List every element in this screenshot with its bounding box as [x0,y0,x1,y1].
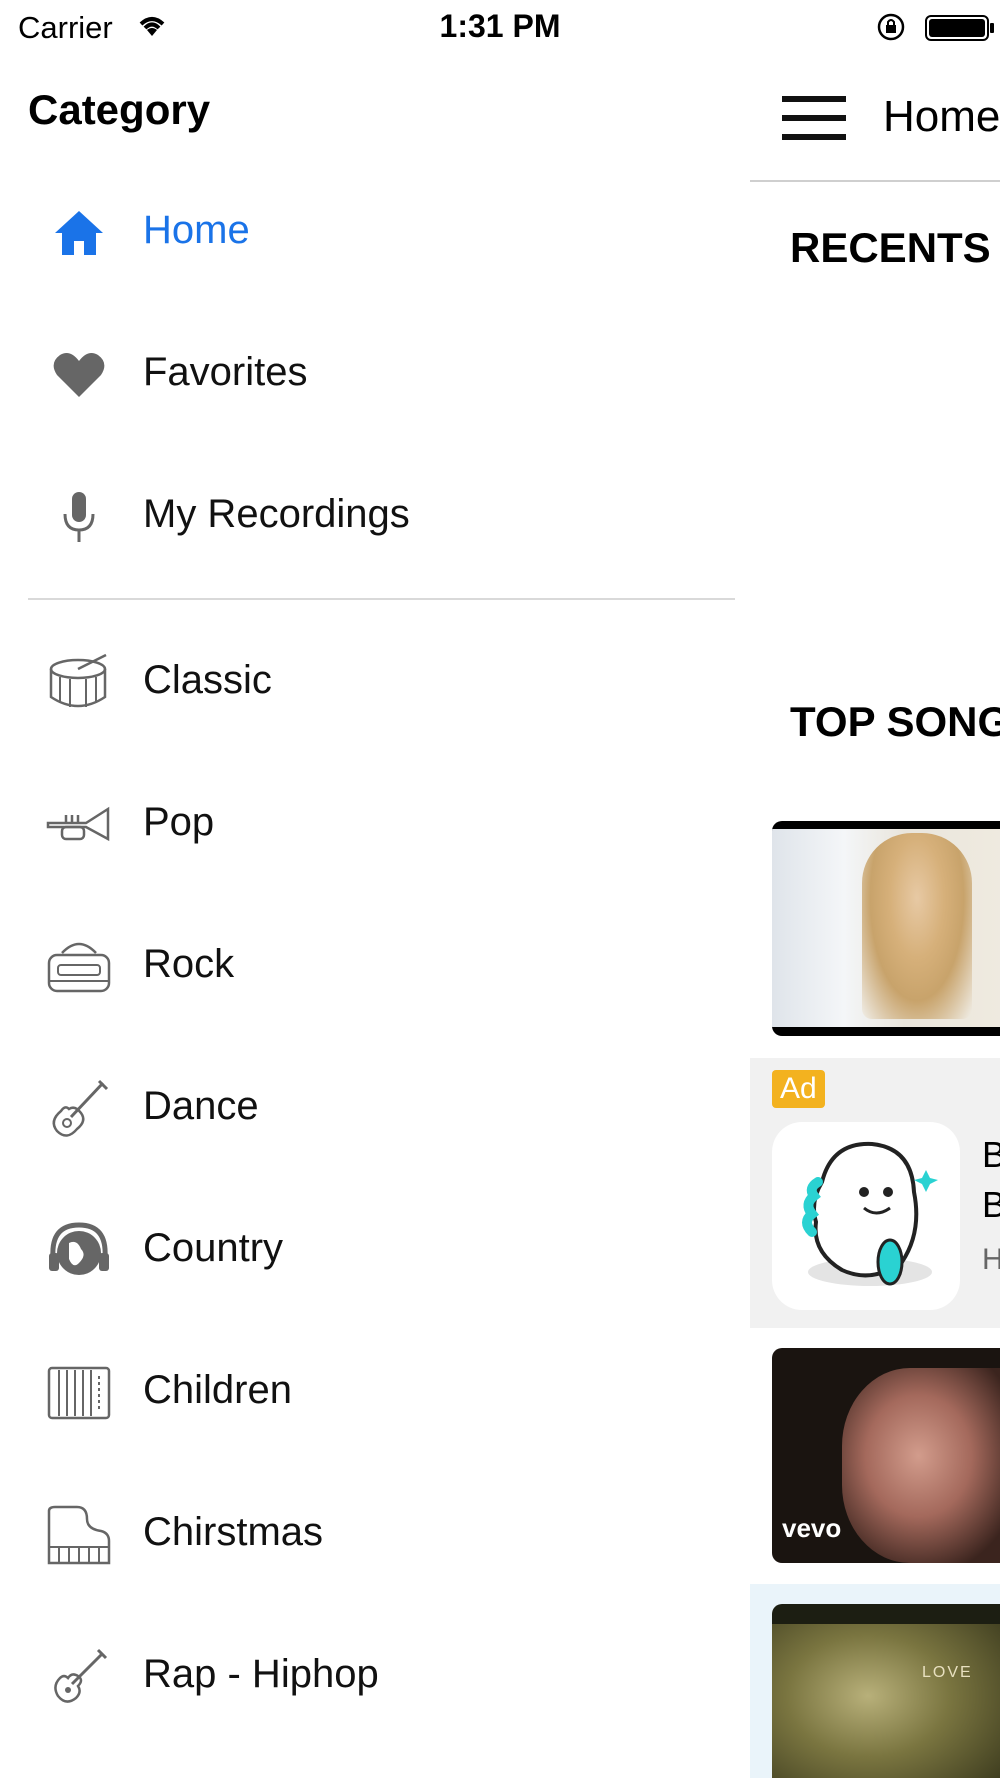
drum-icon [46,650,112,716]
menu-label: Rock [143,942,235,986]
thumbnail-subject [862,833,972,1019]
menu-item-my-recordings[interactable]: My Recordings [0,456,750,576]
heart-icon [46,342,112,408]
song-thumbnail[interactable] [772,821,1000,1036]
menu-item-country[interactable]: Country [0,1190,750,1310]
menu-item-pop[interactable]: Pop [0,764,750,884]
status-time: 1:31 PM [439,8,561,44]
rotation-lock-icon [877,13,905,41]
main-header-title: Home [883,92,1000,141]
top-songs-title: TOP SONG [790,698,1000,745]
thumbnail-subject [842,1368,1000,1563]
mascot-icon [802,1141,938,1286]
boombox-icon [46,934,112,1000]
piano-icon [46,1502,112,1568]
menu-label: Pop [143,800,215,844]
ad-title-line2: B [982,1184,1000,1225]
menu-item-favorites[interactable]: Favorites [0,314,750,434]
ad-card[interactable]: Ad B B H [750,1058,1000,1328]
menu-item-chirstmas[interactable]: Chirstmas [0,1474,750,1594]
battery-icon [925,15,994,41]
menu-item-home[interactable]: Home [0,172,750,292]
menu-label: Favorites [143,350,308,394]
app-icon[interactable] [772,1122,960,1310]
menu-label: Country [143,1226,284,1270]
menu-label: Rap - Hiphop [143,1652,379,1696]
ad-subtitle: H [982,1243,1000,1276]
thumbnail-image [772,1624,1000,1778]
song-thumbnail[interactable]: LOVE [772,1604,1000,1778]
thumbnail-caption: LOVE [922,1664,973,1681]
status-bar: Carrier 1:31 PM [0,0,1000,56]
ad-title-line1: B [982,1134,1000,1175]
vevo-watermark: vevo [782,1513,842,1543]
menu-item-children[interactable]: Children [0,1332,750,1452]
song-thumbnail[interactable]: vevo [772,1348,1000,1563]
guitar-icon [46,1076,112,1142]
menu-label: My Recordings [143,492,410,536]
electric-guitar-icon [46,1644,112,1710]
hamburger-menu-icon[interactable] [782,96,846,142]
menu-item-classic[interactable]: Classic [0,622,750,742]
menu-label: Dance [143,1084,259,1128]
menu-item-dance[interactable]: Dance [0,1048,750,1168]
globe-headphones-icon [46,1218,112,1284]
drawer-divider [28,598,735,600]
trumpet-icon [46,792,112,858]
home-icon [46,200,112,266]
menu-label: Home [143,208,250,252]
microphone-icon [46,484,112,550]
main-panel[interactable]: Home RECENTS TOP SONG Ad B B H vevo LOVE [750,56,1000,1778]
ad-badge: Ad [772,1070,825,1108]
accordion-icon [46,1360,112,1426]
drawer-title: Category [28,86,211,133]
menu-item-rock[interactable]: Rock [0,906,750,1026]
menu-label: Classic [143,658,272,702]
main-header: Home [750,56,1000,182]
recents-title: RECENTS [790,224,991,271]
menu-label: Chirstmas [143,1510,324,1554]
menu-label: Children [143,1368,292,1412]
menu-item-rap-hiphop[interactable]: Rap - Hiphop [0,1616,750,1736]
category-drawer: Category Home Favorites My Recordings Cl… [0,56,750,1778]
